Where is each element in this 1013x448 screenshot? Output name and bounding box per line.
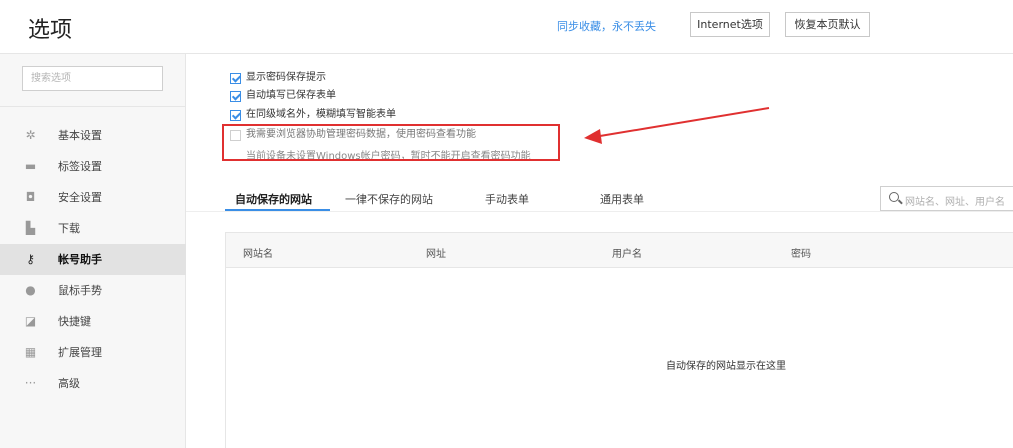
tab-manual-forms[interactable]: 手动表单 bbox=[485, 191, 529, 207]
table-header: 网站名 网址 用户名 密码 bbox=[226, 233, 1013, 268]
tab-general-forms[interactable]: 通用表单 bbox=[600, 191, 644, 207]
site-search-placeholder: 网站名、网址、用户名 bbox=[905, 197, 1005, 208]
tab-bar-divider bbox=[186, 211, 1013, 212]
tab-never-saved-sites[interactable]: 一律不保存的网站 bbox=[345, 191, 433, 207]
column-header-username: 用户名 bbox=[612, 249, 642, 260]
column-header-password: 密码 bbox=[791, 249, 811, 260]
column-header-site-name: 网站名 bbox=[243, 249, 273, 260]
column-header-url: 网址 bbox=[426, 249, 446, 260]
site-search-input[interactable]: 网站名、网址、用户名 bbox=[880, 186, 1013, 211]
saved-sites-table: 网站名 网址 用户名 密码 自动保存的网站显示在这里 bbox=[225, 232, 1013, 448]
search-icon bbox=[889, 192, 899, 202]
empty-table-message: 自动保存的网站显示在这里 bbox=[666, 361, 786, 372]
tab-auto-saved-sites[interactable]: 自动保存的网站 bbox=[235, 191, 312, 207]
